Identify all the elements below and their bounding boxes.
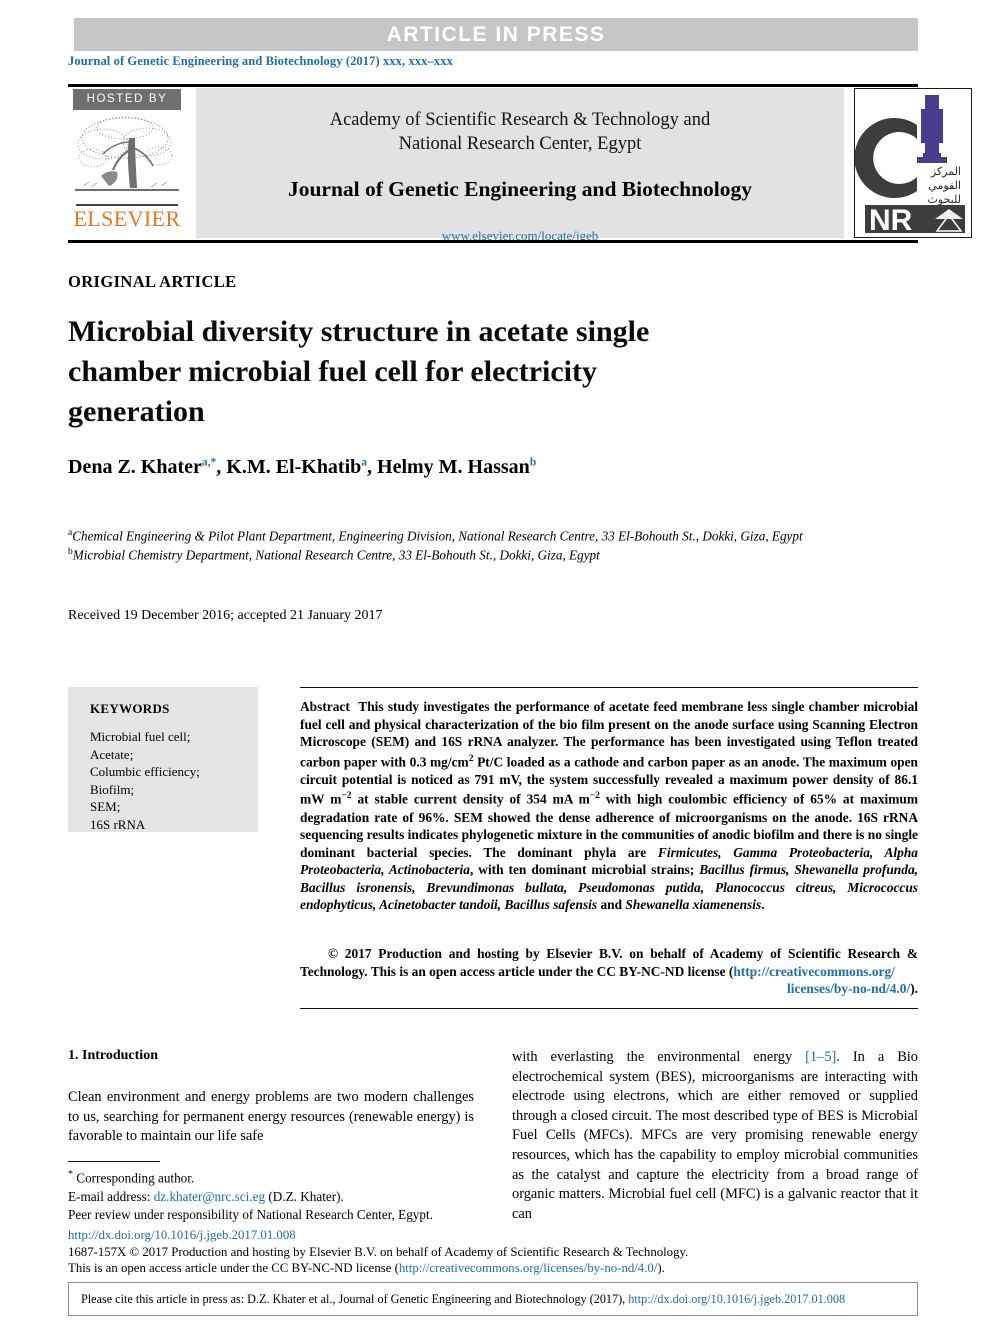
cite-this-article-text: Please cite this article in press as: D.… [69,1283,917,1315]
author-name: K.M. El-Khatib [226,456,362,478]
abstract-part-6: and [597,897,626,913]
keyword-item: 16S rRNA [90,816,146,832]
keyword-item: SEM; [90,799,121,814]
license-line-suffix: ). [657,1261,665,1275]
bottom-license-link[interactable]: http://creativecommons.org/licenses/by-n… [399,1261,658,1275]
journal-title: Journal of Genetic Engineering and Biote… [287,177,753,201]
masthead-rule-bottom [68,240,918,243]
affiliation-list: aChemical Engineering & Pilot Plant Depa… [68,525,888,564]
affiliation-item: aChemical Engineering & Pilot Plant Depa… [68,525,888,544]
intro-paragraph-left: Clean environment and energy problems ar… [68,1089,474,1145]
journal-masthead-panel: Academy of Scientific Research & Technol… [196,88,844,243]
journal-reference-line: Journal of Genetic Engineering and Biote… [68,54,453,68]
abstract-part-5: , with ten dominant microbial strains; [469,862,700,878]
svg-text:للبحوث: للبحوث [928,193,961,206]
affiliation-text: Microbial Chemistry Department, National… [72,547,600,563]
abstract-label: Abstract [300,699,350,714]
citation-reference-link[interactable]: [1–5] [805,1049,836,1065]
hosted-by-badge: HOSTED BY [73,89,181,110]
article-in-press-label: ARTICLE IN PRESS [386,23,606,46]
footnotes-block: * Corresponding author. E-mail address: … [68,1166,488,1225]
license-link-line-2-wrap: licenses/by-no-nd/4.0/). [300,980,918,998]
abstract-rule-bottom [300,1008,918,1010]
corresponding-author-text: Corresponding author. [76,1170,195,1186]
abstract-text: Abstract This study investigates the per… [300,698,918,914]
masthead-rule-top [68,84,918,87]
article-type-label: ORIGINAL ARTICLE [68,272,237,291]
elsevier-wordmark: ELSEVIER [73,206,181,231]
corresponding-author-mark: * [68,1169,73,1180]
body-column-right: with everlasting the environmental energ… [512,1048,918,1224]
masthead: HOSTED BY ELSEVIER Academy of Scientific… [68,88,972,243]
abstract-rule-top [300,687,918,689]
nrc-logo-icon: المركز القومي للبحوث NR [854,88,972,238]
intro-paragraph-right: with everlasting the environmental energ… [512,1048,918,1224]
copyright-tail: ). [910,981,918,997]
email-label: E-mail address: [68,1188,151,1204]
affiliation-item: bMicrobial Chemistry Department, Nationa… [68,544,888,563]
doi-link[interactable]: http://dx.doi.org/10.1016/j.jgeb.2017.01… [68,1227,920,1244]
corresponding-author-note: * Corresponding author. [68,1166,488,1188]
keyword-item: Columbic efficiency; [90,764,200,779]
author-mark: a [361,456,368,469]
abstract-copyright: © 2017 Production and hosting by Elsevie… [300,945,918,998]
intro-right-part-b: . In a Bio electrochemical system (BES),… [512,1049,918,1222]
svg-text:القومي: القومي [928,179,961,192]
society-line-2: National Research Center, Egypt [398,134,642,154]
page-title: Microbial diversity structure in acetate… [68,315,650,428]
keyword-item: Acetate; [90,746,134,762]
nrc-logo-block: المركز القومي للبحوث NR [854,88,972,238]
license-link-line-2[interactable]: licenses/by-no-nd/4.0/ [787,981,910,996]
author-name: Helmy M. Hassan [377,456,530,478]
abstract-part-7: . [761,897,765,913]
keyword-item: Biofilm; [90,781,135,797]
paper-page: ARTICLE IN PRESS Journal of Genetic Engi… [0,0,992,1323]
keywords-heading: KEYWORDS [90,701,170,716]
keywords-list: Microbial fuel cell; Acetate; Columbic e… [90,728,258,833]
section-heading-introduction: 1. Introduction [68,1048,158,1063]
society-line-1: Academy of Scientific Research & Technol… [329,110,711,130]
issn-copyright-line: 1687-157X © 2017 Production and hosting … [68,1244,689,1259]
body-column-left: 1. Introduction Clean environment and en… [68,1048,474,1147]
svg-text:المركز: المركز [930,165,961,178]
cite-this-article-box: Please cite this article in press as: D.… [68,1282,918,1316]
license-line-prefix: This is an open access article under the… [68,1261,399,1275]
author-list: Dena Z. Khatera,*, K.M. El-Khatiba, Helm… [68,456,537,478]
email-link[interactable]: dz.khater@nrc.sci.eg [154,1189,265,1204]
intro-right-part-a: with everlasting the environmental energ… [512,1049,806,1065]
author-name: Dena Z. Khater [68,456,202,478]
abstract-superscript-2: −2 [341,791,352,802]
peer-review-note: Peer review under responsibility of Nati… [68,1207,433,1223]
article-in-press-banner: ARTICLE IN PRESS [74,18,918,51]
abstract-taxa-last: Shewanella xiamenensis [625,897,762,913]
email-note: E-mail address: dz.khater@nrc.sci.eg (D.… [68,1188,488,1207]
footnote-rule [68,1161,160,1163]
email-owner: (D.Z. Khater). [268,1188,344,1204]
elsevier-tree-icon [73,112,181,204]
received-accepted-dates: Received 19 December 2016; accepted 21 J… [68,608,383,623]
svg-text:NR: NR [869,204,913,236]
keyword-item: Microbial fuel cell; [90,729,191,744]
elsevier-logo-block: HOSTED BY ELSEVIER [70,88,184,238]
affiliation-text: Chemical Engineering & Pilot Plant Depar… [72,528,803,544]
license-link-line-1[interactable]: http://creativecommons.org/ [733,964,895,979]
license-line: This is an open access article under the… [68,1260,920,1277]
abstract-part-3: at stable current density of 354 mA m [351,791,590,807]
abstract-superscript-3: −2 [589,791,600,802]
keywords-box: KEYWORDS Microbial fuel cell; Acetate; C… [68,687,258,832]
author-mark: a,* [201,456,217,469]
bottom-copyright-block: http://dx.doi.org/10.1016/j.jgeb.2017.01… [68,1227,920,1277]
author-mark: b [529,456,537,469]
cite-prefix: Please cite this article in press as: D.… [81,1292,629,1306]
cite-doi-link[interactable]: http://dx.doi.org/10.1016/j.jgeb.2017.01… [628,1292,845,1306]
